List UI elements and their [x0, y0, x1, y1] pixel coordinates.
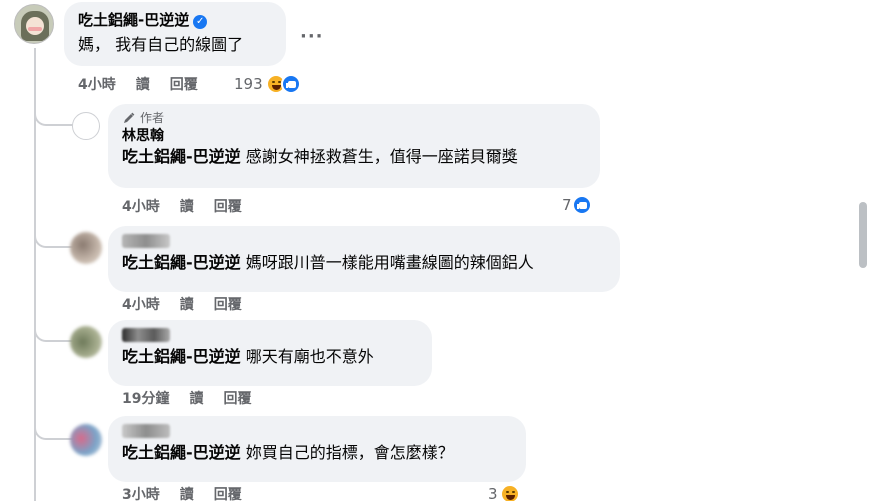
more-options-icon[interactable]: ···: [300, 26, 324, 47]
comment-text: 媽， 我有自己的線圖了: [78, 35, 244, 54]
haha-reaction-icon: [499, 484, 520, 501]
reply-time[interactable]: 19分鐘: [122, 390, 169, 408]
reply-button[interactable]: 回覆: [214, 198, 242, 216]
read-button[interactable]: 讀: [180, 198, 194, 216]
comment-actions: 4小時 讀 回覆: [78, 76, 198, 94]
reaction-summary[interactable]: 193: [234, 74, 301, 94]
reply-text: 吃土鋁繩-巴逆逆 妳買自己的指標，會怎麼樣？: [122, 442, 512, 464]
like-reaction-icon: [571, 195, 592, 215]
avatar[interactable]: [70, 326, 102, 358]
verified-badge-icon: ✓: [193, 15, 208, 29]
comment-time[interactable]: 4小時: [78, 76, 116, 94]
reply-time[interactable]: 4小時: [122, 198, 160, 216]
author-badge-label: 作者: [140, 111, 165, 125]
reply-author[interactable]: 林思翰: [122, 126, 586, 146]
reaction-count: 193: [234, 75, 263, 93]
reply-actions: 19分鐘 讀 回覆: [122, 390, 251, 408]
reply-button[interactable]: 回覆: [214, 486, 242, 501]
reply-actions: 4小時 讀 回覆: [122, 296, 242, 314]
avatar[interactable]: [70, 232, 102, 264]
reply-text: 吃土鋁繩-巴逆逆 感謝女神拯救蒼生，值得一座諾貝爾獎: [122, 146, 586, 168]
reply-actions: 3小時 讀 回覆: [122, 486, 242, 501]
read-button[interactable]: 讀: [180, 486, 194, 501]
reply-text: 吃土鋁繩-巴逆逆 哪天有廟也不意外: [122, 346, 418, 368]
reply-bubble: 吃土鋁繩-巴逆逆 妳買自己的指標，會怎麼樣？: [108, 416, 526, 482]
reply-bubble: 作者 林思翰 吃土鋁繩-巴逆逆 感謝女神拯救蒼生，值得一座諾貝爾獎: [108, 104, 600, 188]
read-button[interactable]: 讀: [136, 76, 150, 94]
thread-connector: [34, 232, 74, 248]
reply-bubble: 吃土鋁繩-巴逆逆 媽呀跟川普一樣能用嘴畫線圖的辣個鋁人: [108, 226, 620, 292]
reaction-count: 3: [488, 485, 498, 501]
comment-bubble: 吃土鋁繩-巴逆逆 ✓ 媽， 我有自己的線圖了: [64, 2, 286, 66]
mention-tag[interactable]: 吃土鋁繩-巴逆逆: [122, 443, 241, 462]
like-reaction-icon: [280, 74, 301, 94]
reply-button[interactable]: 回覆: [223, 390, 251, 408]
reply-text: 吃土鋁繩-巴逆逆 媽呀跟川普一樣能用嘴畫線圖的辣個鋁人: [122, 252, 606, 274]
reply-time[interactable]: 4小時: [122, 296, 160, 314]
reply-actions: 4小時 讀 回覆: [122, 198, 242, 216]
reply-button[interactable]: 回覆: [214, 296, 242, 314]
reaction-summary[interactable]: 3: [488, 484, 520, 501]
comment-author[interactable]: 吃土鋁繩-巴逆逆 ✓: [78, 10, 272, 30]
avatar[interactable]: [14, 4, 54, 44]
thread-connector: [34, 110, 74, 126]
reply-body: 感謝女神拯救蒼生，值得一座諾貝爾獎: [245, 147, 518, 166]
scrollbar-thumb[interactable]: [859, 202, 867, 268]
mention-tag[interactable]: 吃土鋁繩-巴逆逆: [122, 253, 241, 272]
author-badge: 作者: [122, 110, 586, 126]
read-button[interactable]: 讀: [189, 390, 203, 408]
reply-body: 哪天有廟也不意外: [245, 347, 374, 366]
blurred-username[interactable]: [122, 234, 170, 248]
pen-icon: [124, 112, 135, 123]
reply-body: 妳買自己的指標，會怎麼樣？: [245, 443, 454, 462]
avatar[interactable]: [72, 112, 100, 140]
avatar[interactable]: [70, 424, 102, 456]
reply-body: 媽呀跟川普一樣能用嘴畫線圖的辣個鋁人: [245, 253, 534, 272]
mention-tag[interactable]: 吃土鋁繩-巴逆逆: [122, 147, 241, 166]
read-button[interactable]: 讀: [180, 296, 194, 314]
reaction-summary[interactable]: 7: [562, 195, 592, 215]
blurred-username[interactable]: [122, 328, 170, 342]
reply-button[interactable]: 回覆: [170, 76, 198, 94]
thread-connector: [34, 326, 74, 342]
reaction-count: 7: [562, 196, 572, 214]
thread-connector: [34, 424, 74, 440]
reply-time[interactable]: 3小時: [122, 486, 160, 501]
blurred-username[interactable]: [122, 424, 170, 438]
reply-bubble: 吃土鋁繩-巴逆逆 哪天有廟也不意外: [108, 320, 432, 386]
mention-tag[interactable]: 吃土鋁繩-巴逆逆: [122, 347, 241, 366]
